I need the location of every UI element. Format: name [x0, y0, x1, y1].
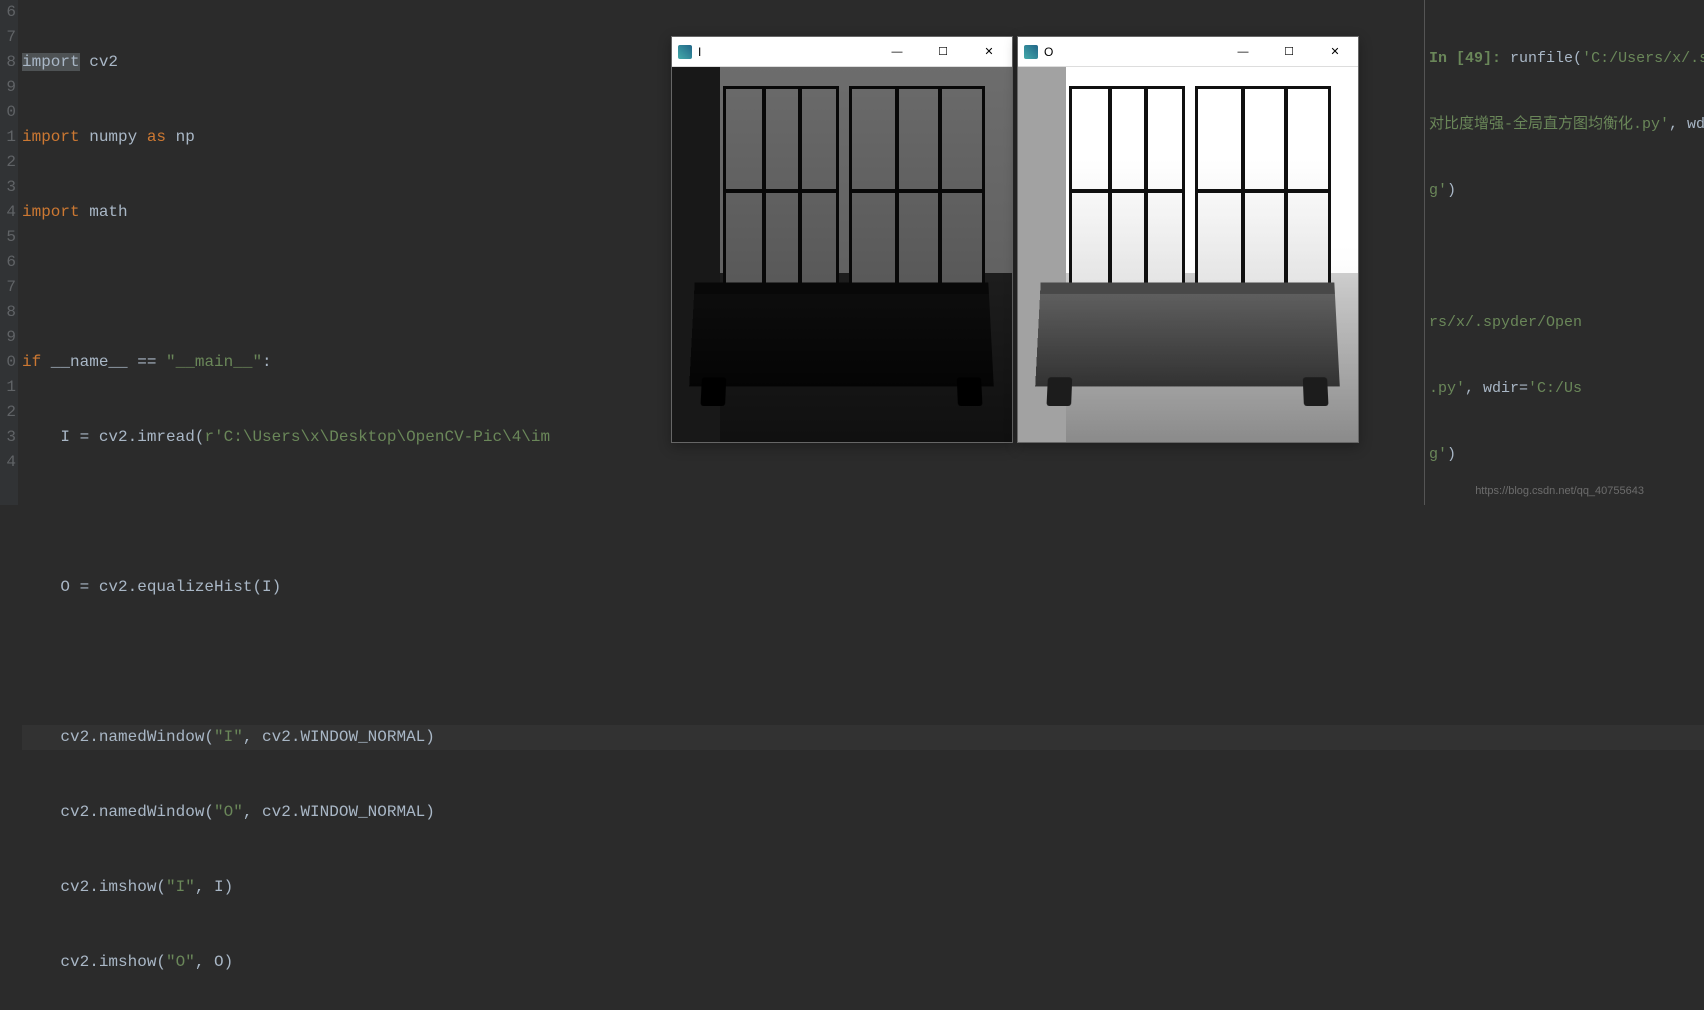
minimize-button[interactable]: — — [874, 37, 920, 67]
image-content — [672, 67, 1012, 442]
titlebar[interactable]: O — ☐ ✕ — [1018, 37, 1358, 67]
image-content — [1018, 67, 1358, 442]
watermark: https://blog.csdn.net/qq_40755643 — [1475, 485, 1644, 497]
image-window-O[interactable]: O — ☐ ✕ — [1017, 36, 1359, 443]
titlebar[interactable]: I — ☐ ✕ — [672, 37, 1012, 67]
image-window-I[interactable]: I — ☐ ✕ — [671, 36, 1013, 443]
close-button[interactable]: ✕ — [1312, 37, 1358, 67]
keyword: import — [22, 53, 80, 71]
window-title: O — [1044, 45, 1053, 59]
line-number-gutter: 6 7 8 9 0 1 2 3 4 5 6 7 8 9 0 1 2 3 4 — [0, 0, 18, 505]
ipython-console[interactable]: In [49]: runfile('C:/Users/x/.spyder/Ope… — [1424, 0, 1704, 505]
minimize-button[interactable]: — — [1220, 37, 1266, 67]
app-icon — [1024, 45, 1038, 59]
maximize-button[interactable]: ☐ — [920, 37, 966, 67]
window-title: I — [698, 45, 701, 59]
app-icon — [678, 45, 692, 59]
maximize-button[interactable]: ☐ — [1266, 37, 1312, 67]
close-button[interactable]: ✕ — [966, 37, 1012, 67]
